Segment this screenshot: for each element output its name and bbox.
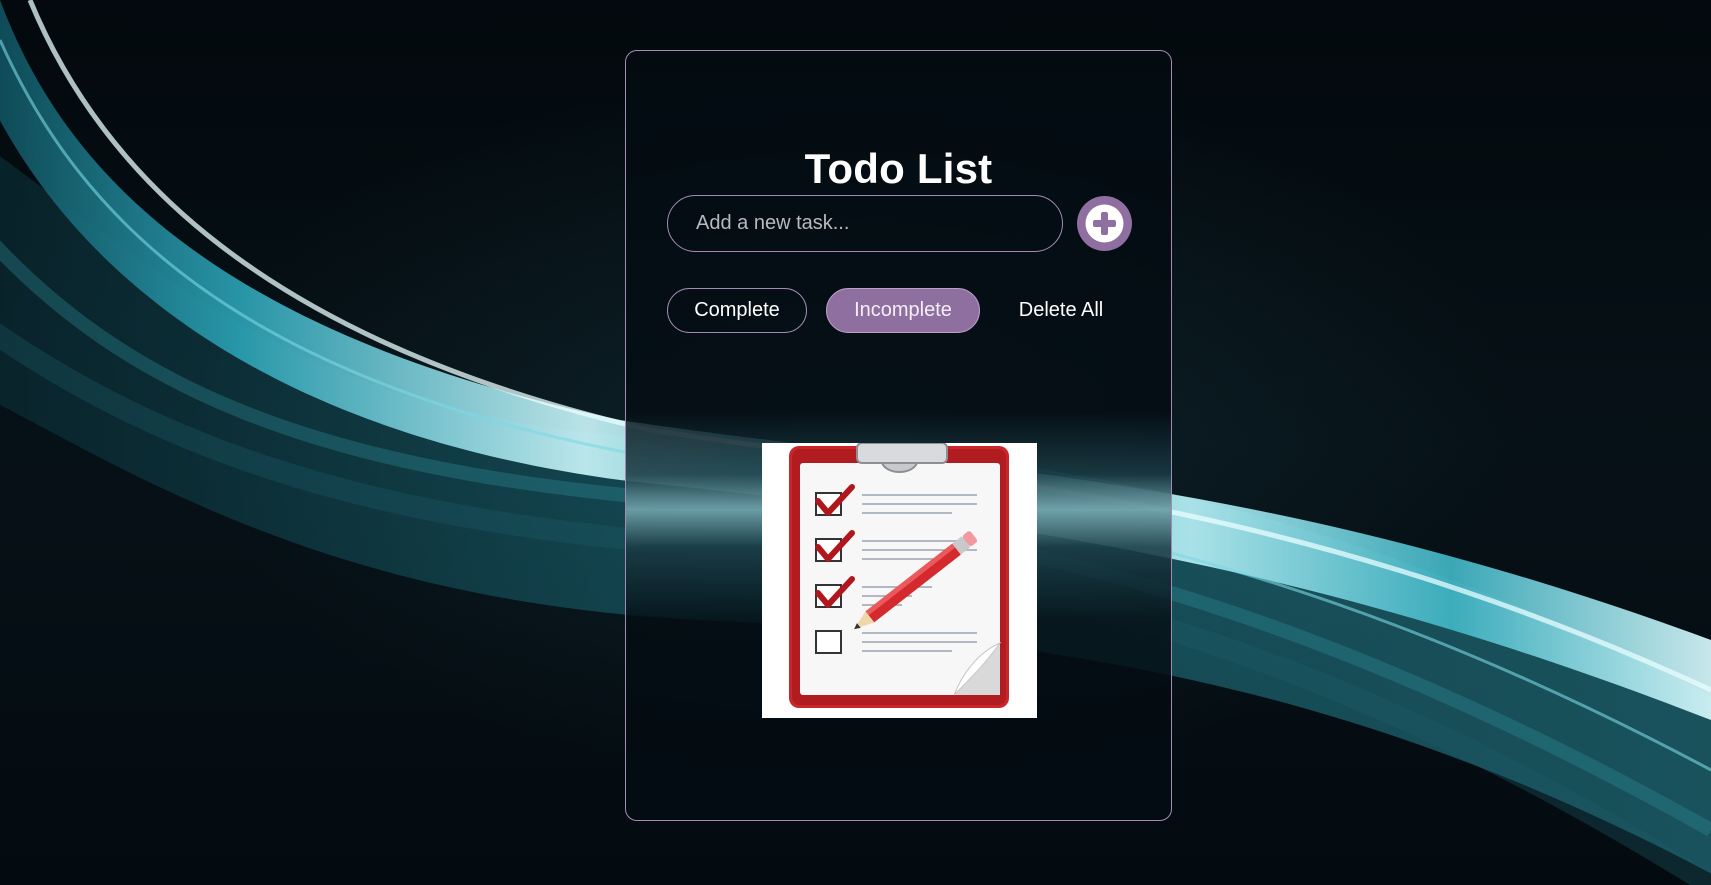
page-background: Todo List Complete Incomplete Delete All	[0, 0, 1711, 885]
clipboard-checklist-icon	[789, 442, 1009, 708]
new-task-input[interactable]	[667, 195, 1063, 252]
page-title: Todo List	[804, 145, 993, 192]
filter-incomplete-label: Incomplete	[854, 299, 952, 321]
add-task-button[interactable]	[1077, 196, 1132, 251]
filter-incomplete-button[interactable]: Incomplete	[826, 288, 980, 333]
delete-all-label: Delete All	[1018, 299, 1104, 321]
empty-state-clipboard-image	[762, 442, 1037, 718]
filter-complete-button[interactable]: Complete	[667, 288, 807, 333]
delete-all-button[interactable]: Delete All	[996, 288, 1126, 333]
filter-complete-label: Complete	[694, 299, 780, 321]
plus-circle-icon	[1085, 204, 1124, 243]
todo-card: Todo List Complete Incomplete Delete All	[625, 50, 1172, 821]
